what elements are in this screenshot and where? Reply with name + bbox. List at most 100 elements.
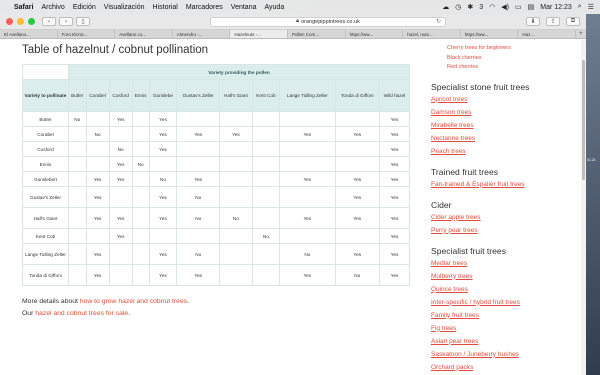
browser-tab[interactable]: Foro técnic... <box>58 30 116 38</box>
pollination-cell <box>251 111 281 127</box>
sidebar-link[interactable]: Inter-specific / hybrid fruit trees <box>431 296 581 309</box>
address-bar[interactable]: 🔒︎ orangepippintrees.co.uk ↻ <box>210 16 446 27</box>
share-icon[interactable]: ⇪ <box>546 17 560 26</box>
pollination-cell <box>251 207 281 229</box>
hazel-trees-for-sale-link[interactable]: hazel and cobnut trees for sale <box>35 310 128 317</box>
sidebar-heading: Cider <box>431 199 452 210</box>
battery-count[interactable]: 3 <box>479 4 483 11</box>
lock-icon: 🔒︎ <box>296 18 300 24</box>
pollination-cell: Yes <box>378 243 411 265</box>
pollination-cell: Yes <box>85 207 110 229</box>
pollination-cell: Yes <box>108 171 133 187</box>
pollination-cell: Yes <box>176 264 220 286</box>
cherry-link[interactable]: Cherry trees for beginners <box>447 44 581 54</box>
pollination-cell <box>218 264 253 286</box>
sidebar-link[interactable]: Damson trees <box>431 106 581 119</box>
bluetooth-icon[interactable]: ✱ <box>467 3 473 11</box>
menu-item-visualizacion[interactable]: Visualización <box>104 4 145 11</box>
pollination-cell <box>108 126 133 142</box>
sidebar-link[interactable]: Fan-trained & Espalier fruit trees <box>431 178 581 191</box>
grow-hazel-link[interactable]: how to grow hazel and cobnut trees <box>80 298 187 305</box>
sidebar-link[interactable]: Mirabelle trees <box>431 119 581 132</box>
pollination-cell <box>334 111 380 127</box>
sidebar-link[interactable]: Orchard packs <box>431 361 581 374</box>
column-header: Gunslebe <box>148 79 178 112</box>
browser-tab[interactable]: hazel, nuts... <box>403 30 461 38</box>
clock-icon[interactable]: ◷ <box>455 3 461 11</box>
sidebar-link[interactable]: Cider apple trees <box>431 211 581 224</box>
variety-name-cell: Ennis <box>22 156 69 172</box>
minimize-window-button[interactable] <box>17 18 24 25</box>
zoom-window-button[interactable] <box>28 18 35 25</box>
sidebar-link[interactable]: Mulberry trees <box>431 270 581 283</box>
table-corner-cell <box>22 64 69 80</box>
cloud-icon[interactable]: ☁ <box>442 3 449 11</box>
browser-tab[interactable]: Avellano co... <box>115 30 173 38</box>
pollination-cell: Yes <box>279 126 336 142</box>
table-row: Tonda di Giffoni Yes Yes Yes Yes No Yes <box>22 264 411 286</box>
scrollbar-thumb[interactable] <box>582 60 585 180</box>
back-icon[interactable]: ‹ <box>42 17 56 26</box>
menu-item-ventana[interactable]: Ventana <box>231 4 257 11</box>
menu-item-archivo[interactable]: Archivo <box>41 4 64 11</box>
sidebar-heading: Specialist stone fruit trees <box>431 81 530 92</box>
pollination-cell <box>251 141 281 157</box>
browser-tab[interactable]: https://ww... <box>346 30 404 38</box>
sidebar-link[interactable]: Medlar trees <box>431 257 581 270</box>
spotlight-icon[interactable]: ⌕ <box>578 3 582 11</box>
toolbar-right-buttons: ⬇ ⇪ ⧉ <box>523 17 580 26</box>
sidebar-link[interactable]: Apricot trees <box>431 93 581 106</box>
sidebar-link[interactable]: Family fruit trees <box>431 309 581 322</box>
volume-icon[interactable]: ◀) <box>501 3 509 11</box>
menubar-clock[interactable]: Mar 12:23 <box>540 4 572 11</box>
sidebar-link[interactable]: Fig trees <box>431 322 581 335</box>
tabs-overview-icon[interactable]: ⧉ <box>566 17 580 26</box>
menu-item-ayuda[interactable]: Ayuda <box>264 4 284 11</box>
sidebar-link[interactable]: Peach trees <box>431 145 581 158</box>
menu-item-edicion[interactable]: Edición <box>73 4 96 11</box>
reload-icon[interactable]: ↻ <box>436 18 441 25</box>
sidebar-icon[interactable]: ▯ <box>76 17 90 26</box>
menu-item-historial[interactable]: Historial <box>153 4 178 11</box>
sidebar-link[interactable]: Nectarine trees <box>431 132 581 145</box>
downloads-icon[interactable]: ⬇ <box>526 17 540 26</box>
pollination-cell <box>68 207 87 229</box>
browser-tab[interactable]: El Avellano... <box>0 30 58 38</box>
pollination-cell <box>218 156 253 172</box>
forward-icon[interactable]: › <box>59 17 73 26</box>
browser-tab[interactable]: Haz... <box>518 30 576 38</box>
pollination-cell <box>218 111 253 127</box>
pollination-cell: Yes <box>85 243 110 265</box>
pollination-cell: No <box>279 243 336 265</box>
pollination-cell <box>176 111 220 127</box>
battery-icon[interactable]: ▭ <box>515 3 522 11</box>
close-window-button[interactable] <box>6 18 13 25</box>
notification-center-icon[interactable]: ☰ <box>588 3 594 11</box>
pollination-cell: Yes <box>148 141 178 157</box>
menu-app-name[interactable]: Safari <box>14 4 33 11</box>
variety-name-cell: Gustav's Zeller <box>22 186 69 208</box>
browser-tab[interactable]: Hazelnuts -... <box>230 30 288 38</box>
new-tab-icon[interactable]: + <box>576 30 586 38</box>
pollination-cell <box>68 156 87 172</box>
column-header: Kent Cob <box>251 79 281 112</box>
flag-icon[interactable]: ▤ <box>528 3 535 11</box>
sidebar-link[interactable]: Perry pear trees <box>431 224 581 237</box>
sidebar-link[interactable]: Quince trees <box>431 283 581 296</box>
pollination-cell: Yes <box>148 243 178 265</box>
cherry-link[interactable]: Black cherries <box>447 54 581 64</box>
desktop-right-edge <box>586 14 600 375</box>
sidebar-link[interactable]: Saskatoon / Juneberry bushes <box>431 348 581 361</box>
pollination-cell <box>176 228 220 244</box>
browser-tab[interactable]: https://ww... <box>461 30 519 38</box>
browser-tab[interactable]: Almendro -... <box>173 30 231 38</box>
column-header: Wild hazel <box>378 79 411 112</box>
page-scrollbar[interactable] <box>581 40 586 375</box>
menu-item-marcadores[interactable]: Marcadores <box>186 4 223 11</box>
pollination-cell: Yes <box>279 207 336 229</box>
cherry-link[interactable]: Red cherries <box>447 63 581 73</box>
sidebar-heading: Specialist fruit trees <box>431 245 506 256</box>
sidebar-link[interactable]: Asian pear trees <box>431 335 581 348</box>
browser-tab[interactable]: Pollen Com... <box>288 30 346 38</box>
wifi-icon[interactable]: ◠ <box>489 3 495 11</box>
